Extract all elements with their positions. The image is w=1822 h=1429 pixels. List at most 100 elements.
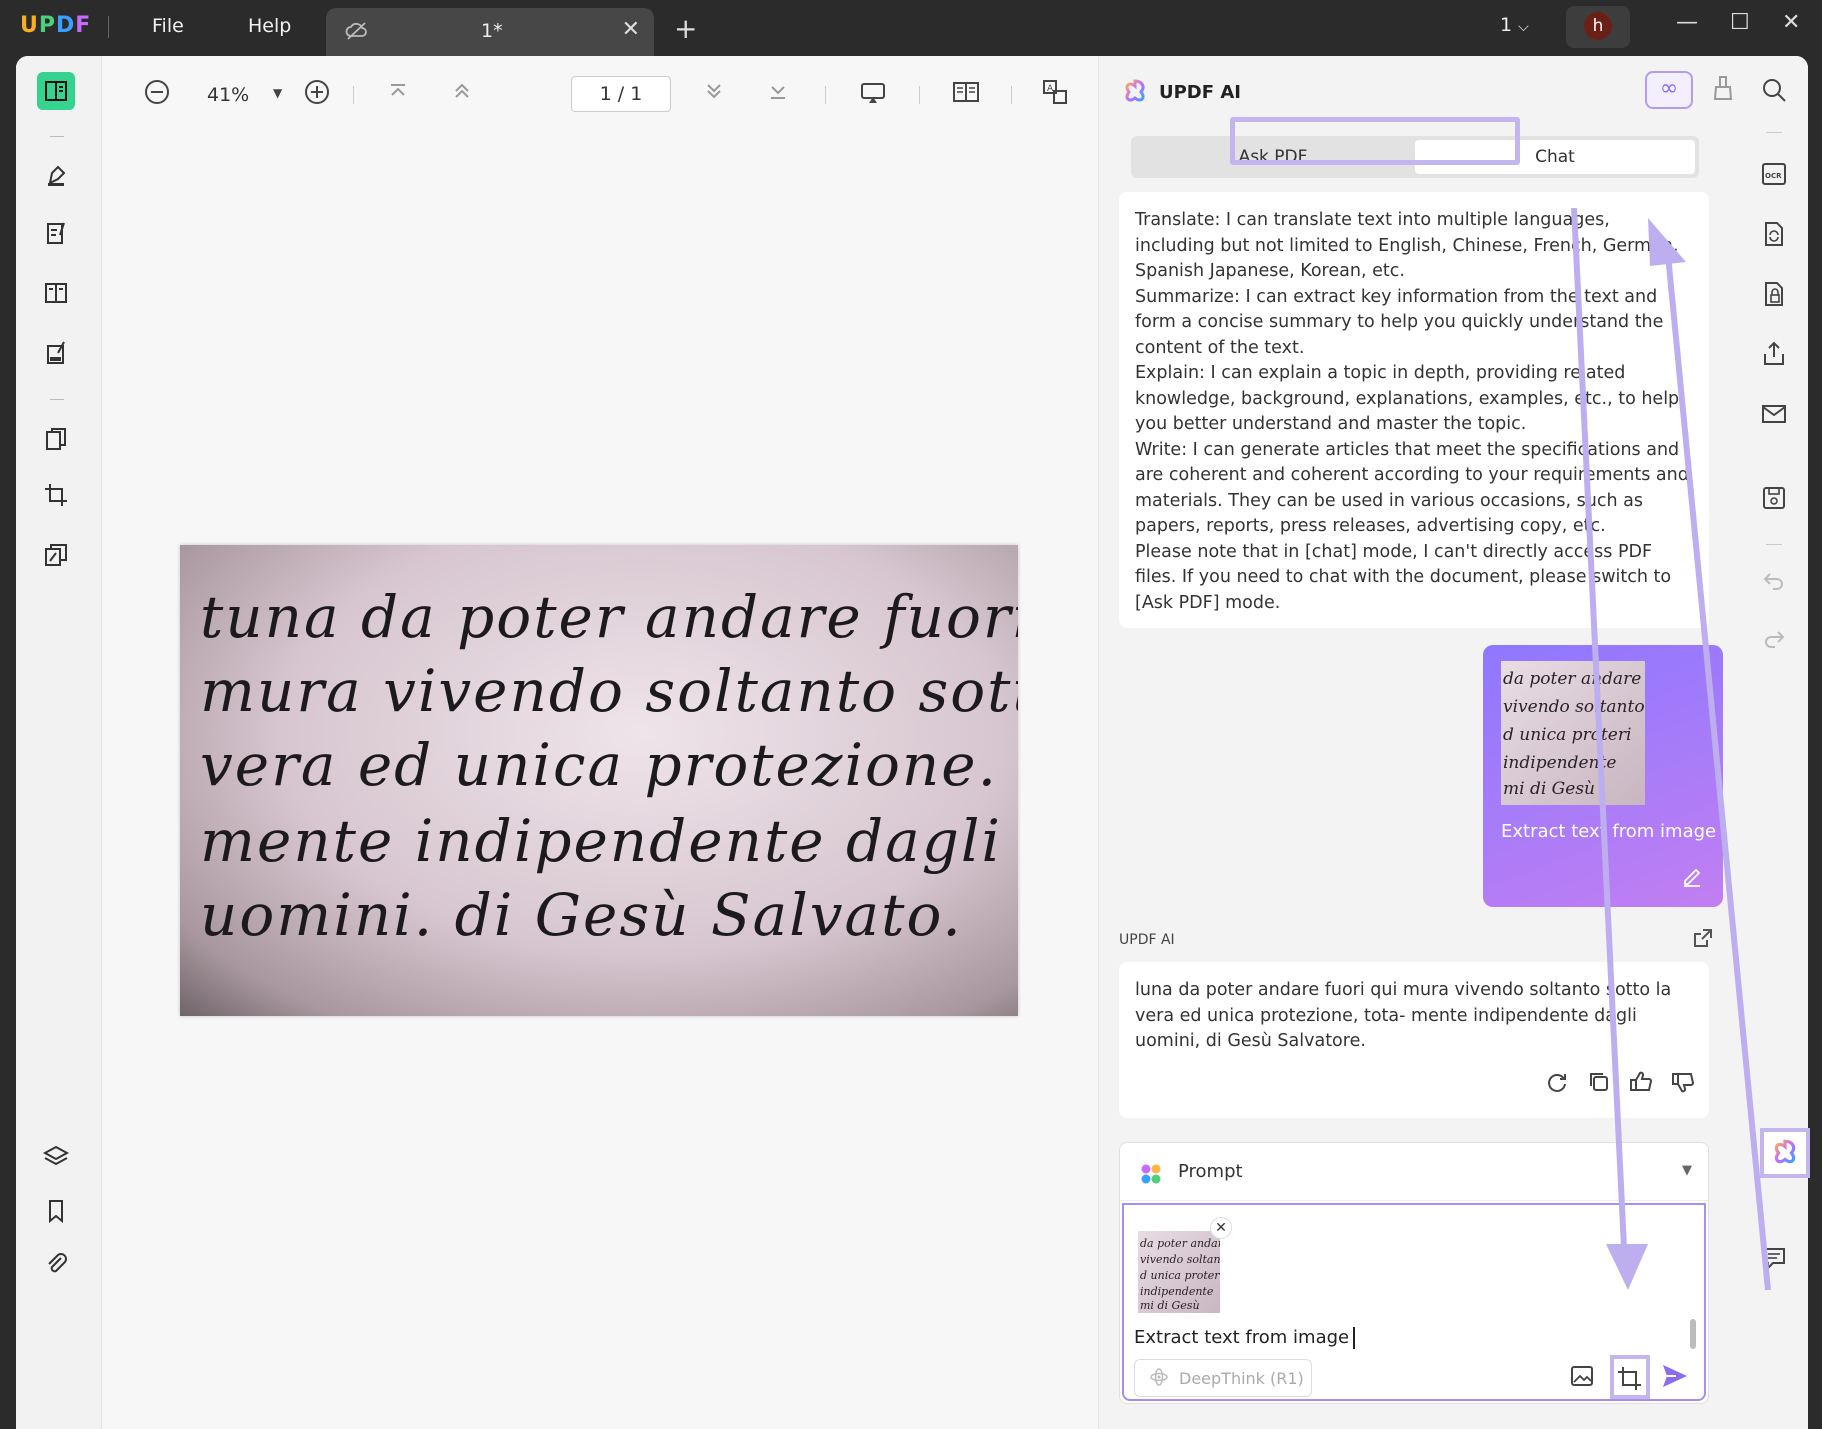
ai-reply-card: luna da poter andare fuori qui mura vive…	[1119, 962, 1709, 1118]
updf-ai-button[interactable]	[1760, 1128, 1810, 1178]
share-icon[interactable]	[1758, 338, 1790, 370]
user-avatar[interactable]: h	[1566, 6, 1630, 48]
zoom-level[interactable]: 41%	[207, 84, 249, 106]
attached-image-thumbnail[interactable]: da poter andare vivendo soltan d unica p…	[1138, 1231, 1220, 1313]
remove-attachment-icon[interactable]: ✕	[1210, 1217, 1232, 1239]
comment-highlighter-icon[interactable]	[37, 156, 75, 194]
menu-help[interactable]: Help	[248, 15, 291, 37]
undo-icon[interactable]	[1758, 564, 1790, 596]
form-fill-sign-icon[interactable]	[37, 334, 75, 372]
save-icon[interactable]	[1758, 482, 1790, 514]
cloud-off-icon	[344, 18, 370, 48]
handwriting-line: tuna da poter andare fuori qu	[200, 583, 1018, 651]
email-icon[interactable]	[1758, 398, 1790, 430]
clear-chat-icon[interactable]	[1711, 74, 1735, 106]
previous-page-icon[interactable]	[449, 78, 475, 108]
chat-input-text[interactable]: Extract text from image	[1134, 1327, 1356, 1349]
protect-pages-icon[interactable]	[37, 536, 75, 574]
search-icon[interactable]	[1758, 74, 1790, 106]
handwritten-page-image: tuna da poter andare fuori qu mura viven…	[180, 545, 1018, 1016]
edit-message-icon[interactable]	[1681, 865, 1703, 891]
redo-icon[interactable]	[1758, 622, 1790, 654]
protect-pdf-icon[interactable]	[1758, 278, 1790, 310]
handwriting-line: uomini. di Gesù Salvato.	[200, 881, 963, 949]
ai-intro-message: Translate: I can translate text into mul…	[1119, 192, 1709, 628]
ai-panel: UPDF AI ∞ Ask PDF Chat Translate: I can …	[1098, 56, 1740, 1429]
user-image-thumbnail[interactable]: da poter andare vivendo soltanto d unica…	[1501, 661, 1645, 805]
menu-file[interactable]: File	[152, 15, 184, 37]
title-bar: UPDF File Help 1* ✕ + 1 ⌵ h — ☐ ✕	[0, 0, 1822, 56]
convert-pdf-icon[interactable]	[1758, 218, 1790, 250]
insert-image-icon[interactable]	[1570, 1365, 1594, 1391]
ai-reply-text: luna da poter andare fuori qui mura vive…	[1135, 980, 1672, 1051]
close-window-icon[interactable]: ✕	[1782, 10, 1800, 35]
chat-input-area[interactable]: da poter andare vivendo soltan d unica p…	[1122, 1203, 1706, 1401]
prompt-composer: Prompt ▼ da poter andare vivendo soltan …	[1119, 1142, 1709, 1404]
bookmark-icon[interactable]	[37, 1192, 75, 1230]
regenerate-icon[interactable]	[1545, 1070, 1569, 1103]
next-page-icon[interactable]	[701, 78, 727, 108]
viewer-toolbar: 41% ▼ 1 / 1 A	[103, 56, 1103, 126]
reply-actions	[1545, 1070, 1695, 1103]
handwriting-line: mente indipendente dagli	[200, 807, 1002, 875]
ocr-icon[interactable]: OCR	[1758, 158, 1790, 190]
main-frame: 41% ▼ 1 / 1 A tuna da poter andare fuor …	[16, 56, 1808, 1429]
updf-ai-logo-icon	[1774, 1139, 1796, 1164]
thumbs-up-icon[interactable]	[1629, 1070, 1653, 1103]
zoom-dropdown-icon[interactable]: ▼	[273, 86, 282, 100]
zoom-in-icon[interactable]	[303, 78, 331, 110]
new-tab-button[interactable]: +	[674, 12, 697, 45]
infinity-mode-button[interactable]: ∞	[1645, 71, 1693, 109]
divider	[919, 86, 920, 104]
user-message-text: Extract text from image	[1501, 821, 1717, 842]
export-reply-icon[interactable]	[1691, 926, 1715, 954]
divider	[50, 399, 64, 400]
intro-summarize: Summarize: I can extract key information…	[1135, 286, 1664, 358]
first-page-icon[interactable]	[385, 78, 411, 108]
prompt-selector[interactable]: Prompt ▼	[1120, 1143, 1708, 1201]
document-tab[interactable]: 1* ✕	[326, 8, 654, 56]
page-number-input[interactable]: 1 / 1	[571, 76, 671, 112]
prompt-dots-icon	[1141, 1164, 1161, 1184]
intro-explain: Explain: I can explain a topic in depth,…	[1135, 363, 1680, 434]
svg-text:OCR: OCR	[1765, 172, 1782, 180]
left-sidebar	[16, 56, 102, 1429]
input-scrollbar[interactable]	[1690, 1319, 1696, 1349]
last-page-icon[interactable]	[765, 78, 791, 108]
layers-icon[interactable]	[37, 1138, 75, 1176]
screenshot-crop-button[interactable]	[1610, 1355, 1650, 1399]
reader-mode-icon[interactable]	[37, 72, 75, 110]
send-icon[interactable]	[1660, 1361, 1690, 1395]
attachment-icon[interactable]	[37, 1244, 75, 1282]
divider	[1766, 132, 1782, 133]
page-organize-icon[interactable]	[37, 274, 75, 312]
crop-pages-icon[interactable]	[37, 476, 75, 514]
maximize-icon[interactable]: ☐	[1730, 10, 1750, 35]
divider	[1011, 86, 1012, 104]
organize-pages-icon[interactable]	[37, 420, 75, 458]
svg-text:A: A	[1047, 84, 1054, 94]
prompt-dropdown-icon[interactable]: ▼	[1682, 1163, 1692, 1178]
page-display-icon[interactable]	[951, 78, 981, 110]
thumbs-down-icon[interactable]	[1671, 1070, 1695, 1103]
ai-reply-label: UPDF AI	[1119, 932, 1175, 948]
window-count-dropdown[interactable]: 1 ⌵	[1500, 14, 1529, 36]
handwriting-line: vera ed unica protezione. tota	[200, 731, 1018, 799]
minimize-icon[interactable]: —	[1676, 10, 1698, 35]
copy-icon[interactable]	[1587, 1070, 1611, 1103]
zoom-out-icon[interactable]	[143, 78, 171, 110]
comments-icon[interactable]	[1758, 1242, 1790, 1274]
handwriting-line: mura vivendo soltanto sotto l	[200, 657, 1018, 725]
right-tool-rail: OCR	[1740, 56, 1808, 1429]
deepthink-toggle[interactable]: DeepThink (R1)	[1134, 1359, 1312, 1397]
translate-icon[interactable]: A	[1041, 78, 1069, 110]
intro-write: Write: I can generate articles that meet…	[1135, 439, 1689, 537]
app-logo: UPDF	[20, 13, 92, 38]
chat-tab-highlight	[1230, 117, 1520, 165]
close-tab-icon[interactable]: ✕	[622, 17, 640, 42]
divider	[825, 86, 826, 104]
atom-icon	[1149, 1367, 1169, 1391]
presentation-icon[interactable]	[859, 78, 887, 110]
user-message-bubble: da poter andare vivendo soltanto d unica…	[1483, 645, 1723, 907]
edit-pdf-icon[interactable]	[37, 214, 75, 252]
